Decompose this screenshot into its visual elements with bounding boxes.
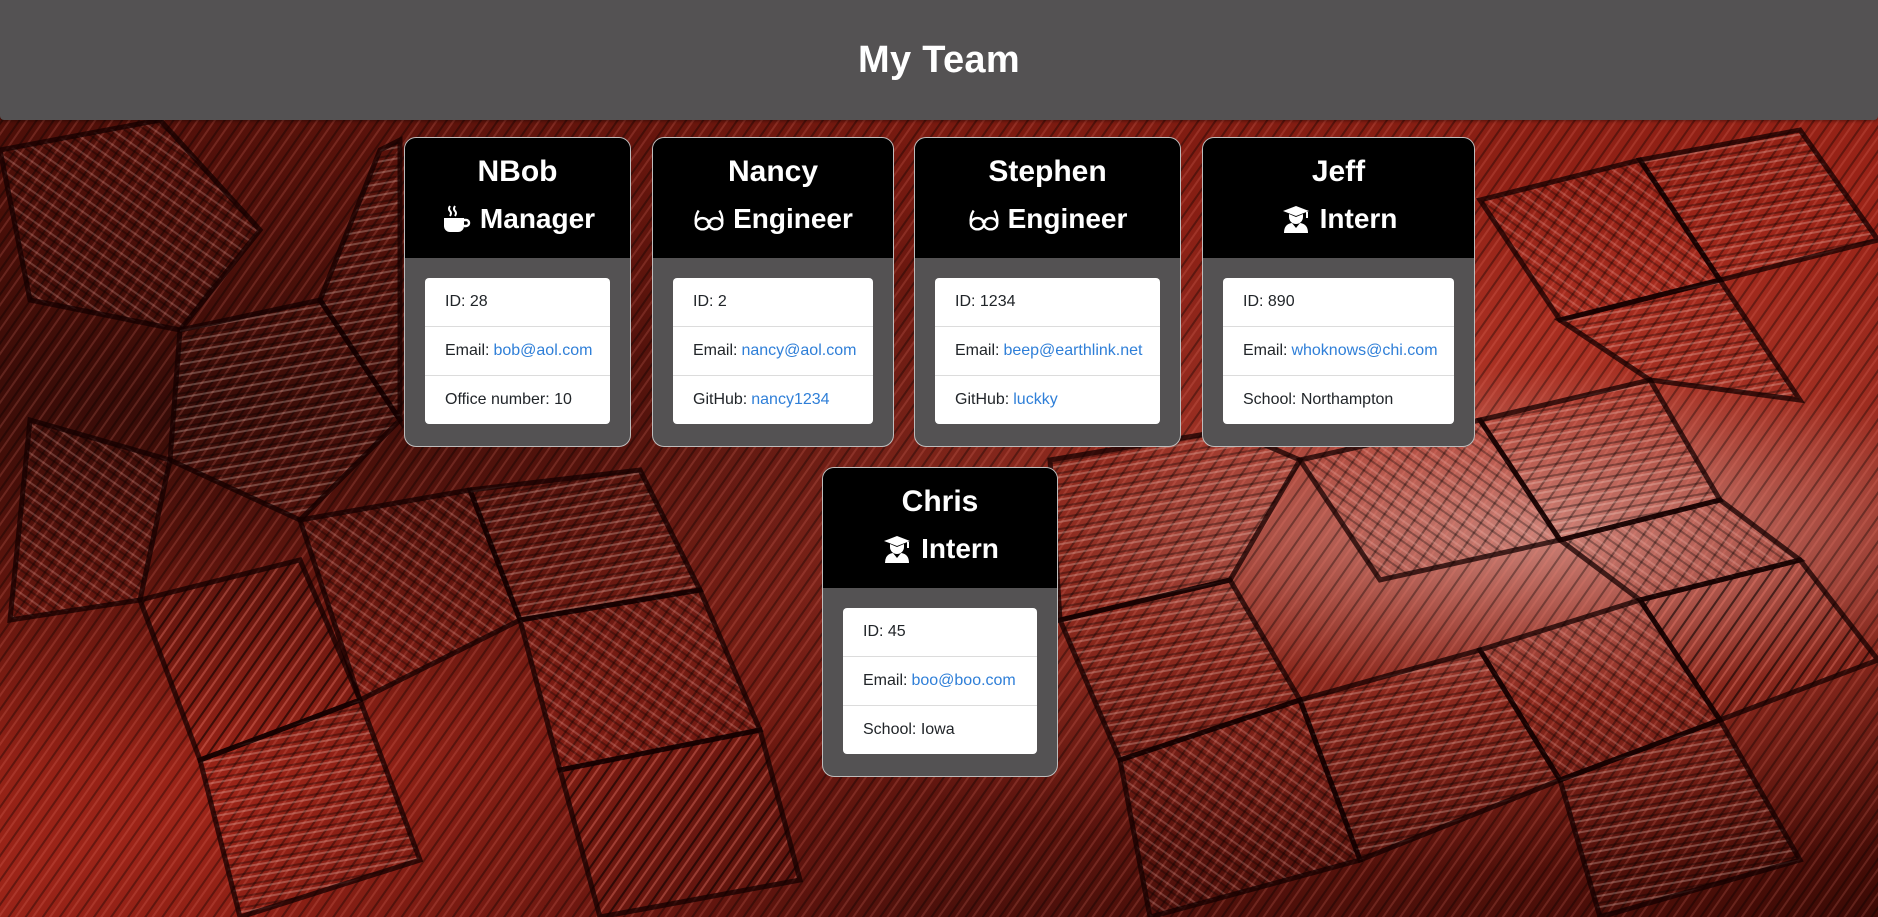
card-header: Nancy Engineer bbox=[653, 138, 893, 258]
github-row: GitHub: luckky bbox=[935, 376, 1160, 424]
id-value: 2 bbox=[717, 293, 727, 310]
email-label: Email: bbox=[863, 672, 908, 689]
card-header: NBob Manager bbox=[405, 138, 630, 258]
id-value: 28 bbox=[469, 293, 488, 310]
employee-name: Chris bbox=[901, 485, 979, 518]
card-header: Stephen Engineer bbox=[915, 138, 1180, 258]
id-row: ID: 45 bbox=[843, 608, 1037, 657]
employee-card: Nancy Engineer ID: 2 Email: nancy@aol.co… bbox=[652, 137, 894, 447]
card-body: ID: 890 Email: whoknows@chi.com School: … bbox=[1203, 258, 1474, 444]
office-number-label: Office number: bbox=[445, 391, 550, 408]
email-row: Email: nancy@aol.com bbox=[673, 327, 873, 376]
employee-card: Stephen Engineer ID: 1234 Email: beep@ea… bbox=[914, 137, 1181, 447]
coffee-icon bbox=[440, 203, 472, 235]
github-link[interactable]: luckky bbox=[1013, 391, 1057, 409]
details-list: ID: 28 Email: bob@aol.com Office number:… bbox=[425, 278, 610, 424]
details-list: ID: 45 Email: boo@boo.com School: Iowa bbox=[843, 608, 1037, 754]
id-row: ID: 2 bbox=[673, 278, 873, 327]
id-label: ID: bbox=[693, 293, 714, 310]
github-label: GitHub: bbox=[693, 391, 748, 408]
id-value: 45 bbox=[887, 623, 906, 640]
details-list: ID: 1234 Email: beep@earthlink.net GitHu… bbox=[935, 278, 1160, 424]
page-header: My Team bbox=[0, 0, 1878, 120]
graduate-icon bbox=[1280, 203, 1312, 235]
page-title: My Team bbox=[858, 38, 1020, 81]
card-body: ID: 28 Email: bob@aol.com Office number:… bbox=[405, 258, 630, 444]
office-number-value: 10 bbox=[554, 391, 572, 408]
details-list: ID: 890 Email: whoknows@chi.com School: … bbox=[1223, 278, 1454, 424]
details-list: ID: 2 Email: nancy@aol.com GitHub: nancy… bbox=[673, 278, 873, 424]
email-link[interactable]: beep@earthlink.net bbox=[1003, 342, 1142, 360]
employee-role: Engineer bbox=[915, 200, 1180, 238]
id-row: ID: 1234 bbox=[935, 278, 1160, 327]
role-label: Engineer bbox=[733, 203, 853, 234]
card-header: Jeff Intern bbox=[1203, 138, 1474, 258]
employee-card: Jeff Intern ID: 890 Email: whoknows@chi.… bbox=[1202, 137, 1475, 447]
email-row: Email: beep@earthlink.net bbox=[935, 327, 1160, 376]
id-row: ID: 890 bbox=[1223, 278, 1454, 327]
role-label: Intern bbox=[1319, 203, 1398, 234]
employee-name: Jeff bbox=[1311, 155, 1366, 188]
id-label: ID: bbox=[445, 293, 466, 310]
email-label: Email: bbox=[693, 342, 738, 359]
role-label: Intern bbox=[921, 533, 999, 564]
school-label: School: bbox=[1243, 391, 1297, 408]
github-label: GitHub: bbox=[955, 391, 1010, 408]
employee-name: Nancy bbox=[727, 155, 819, 188]
email-link[interactable]: bob@aol.com bbox=[493, 342, 592, 360]
card-header: Chris Intern bbox=[823, 468, 1057, 588]
office-number-row: Office number: 10 bbox=[425, 376, 610, 424]
email-link[interactable]: nancy@aol.com bbox=[741, 342, 856, 360]
card-body: ID: 1234 Email: beep@earthlink.net GitHu… bbox=[915, 258, 1180, 444]
employee-card: Chris Intern ID: 45 Email: boo@boo.com S… bbox=[822, 467, 1058, 777]
graduate-icon bbox=[881, 533, 913, 565]
employee-name: Stephen bbox=[988, 155, 1107, 188]
email-row: Email: whoknows@chi.com bbox=[1223, 327, 1454, 376]
email-link[interactable]: boo@boo.com bbox=[911, 672, 1015, 690]
role-label: Engineer bbox=[1007, 203, 1128, 234]
id-row: ID: 28 bbox=[425, 278, 610, 327]
id-label: ID: bbox=[955, 293, 976, 310]
glasses-icon bbox=[968, 203, 1000, 235]
email-label: Email: bbox=[1243, 342, 1288, 359]
employee-name: NBob bbox=[477, 155, 558, 188]
email-row: Email: bob@aol.com bbox=[425, 327, 610, 376]
employee-role: Manager bbox=[405, 200, 630, 238]
email-label: Email: bbox=[445, 342, 490, 359]
school-row: School: Iowa bbox=[843, 706, 1037, 754]
id-label: ID: bbox=[1243, 293, 1264, 310]
card-body: ID: 45 Email: boo@boo.com School: Iowa bbox=[823, 588, 1057, 774]
email-row: Email: boo@boo.com bbox=[843, 657, 1037, 706]
id-value: 1234 bbox=[979, 293, 1016, 310]
glasses-icon bbox=[693, 203, 725, 235]
school-value: Iowa bbox=[920, 721, 955, 738]
employee-role: Intern bbox=[823, 530, 1057, 568]
school-label: School: bbox=[863, 721, 917, 738]
employee-card: NBob Manager ID: 28 Email: bob@aol.com O… bbox=[404, 137, 631, 447]
employee-role: Intern bbox=[1203, 200, 1474, 238]
github-link[interactable]: nancy1234 bbox=[751, 391, 829, 409]
email-link[interactable]: whoknows@chi.com bbox=[1291, 342, 1437, 360]
employee-role: Engineer bbox=[653, 200, 893, 238]
id-label: ID: bbox=[863, 623, 884, 640]
role-label: Manager bbox=[479, 203, 596, 234]
email-label: Email: bbox=[955, 342, 1000, 359]
card-body: ID: 2 Email: nancy@aol.com GitHub: nancy… bbox=[653, 258, 893, 444]
school-row: School: Northampton bbox=[1223, 376, 1454, 424]
school-value: Northampton bbox=[1300, 391, 1394, 408]
github-row: GitHub: nancy1234 bbox=[673, 376, 873, 424]
id-value: 890 bbox=[1267, 293, 1295, 310]
